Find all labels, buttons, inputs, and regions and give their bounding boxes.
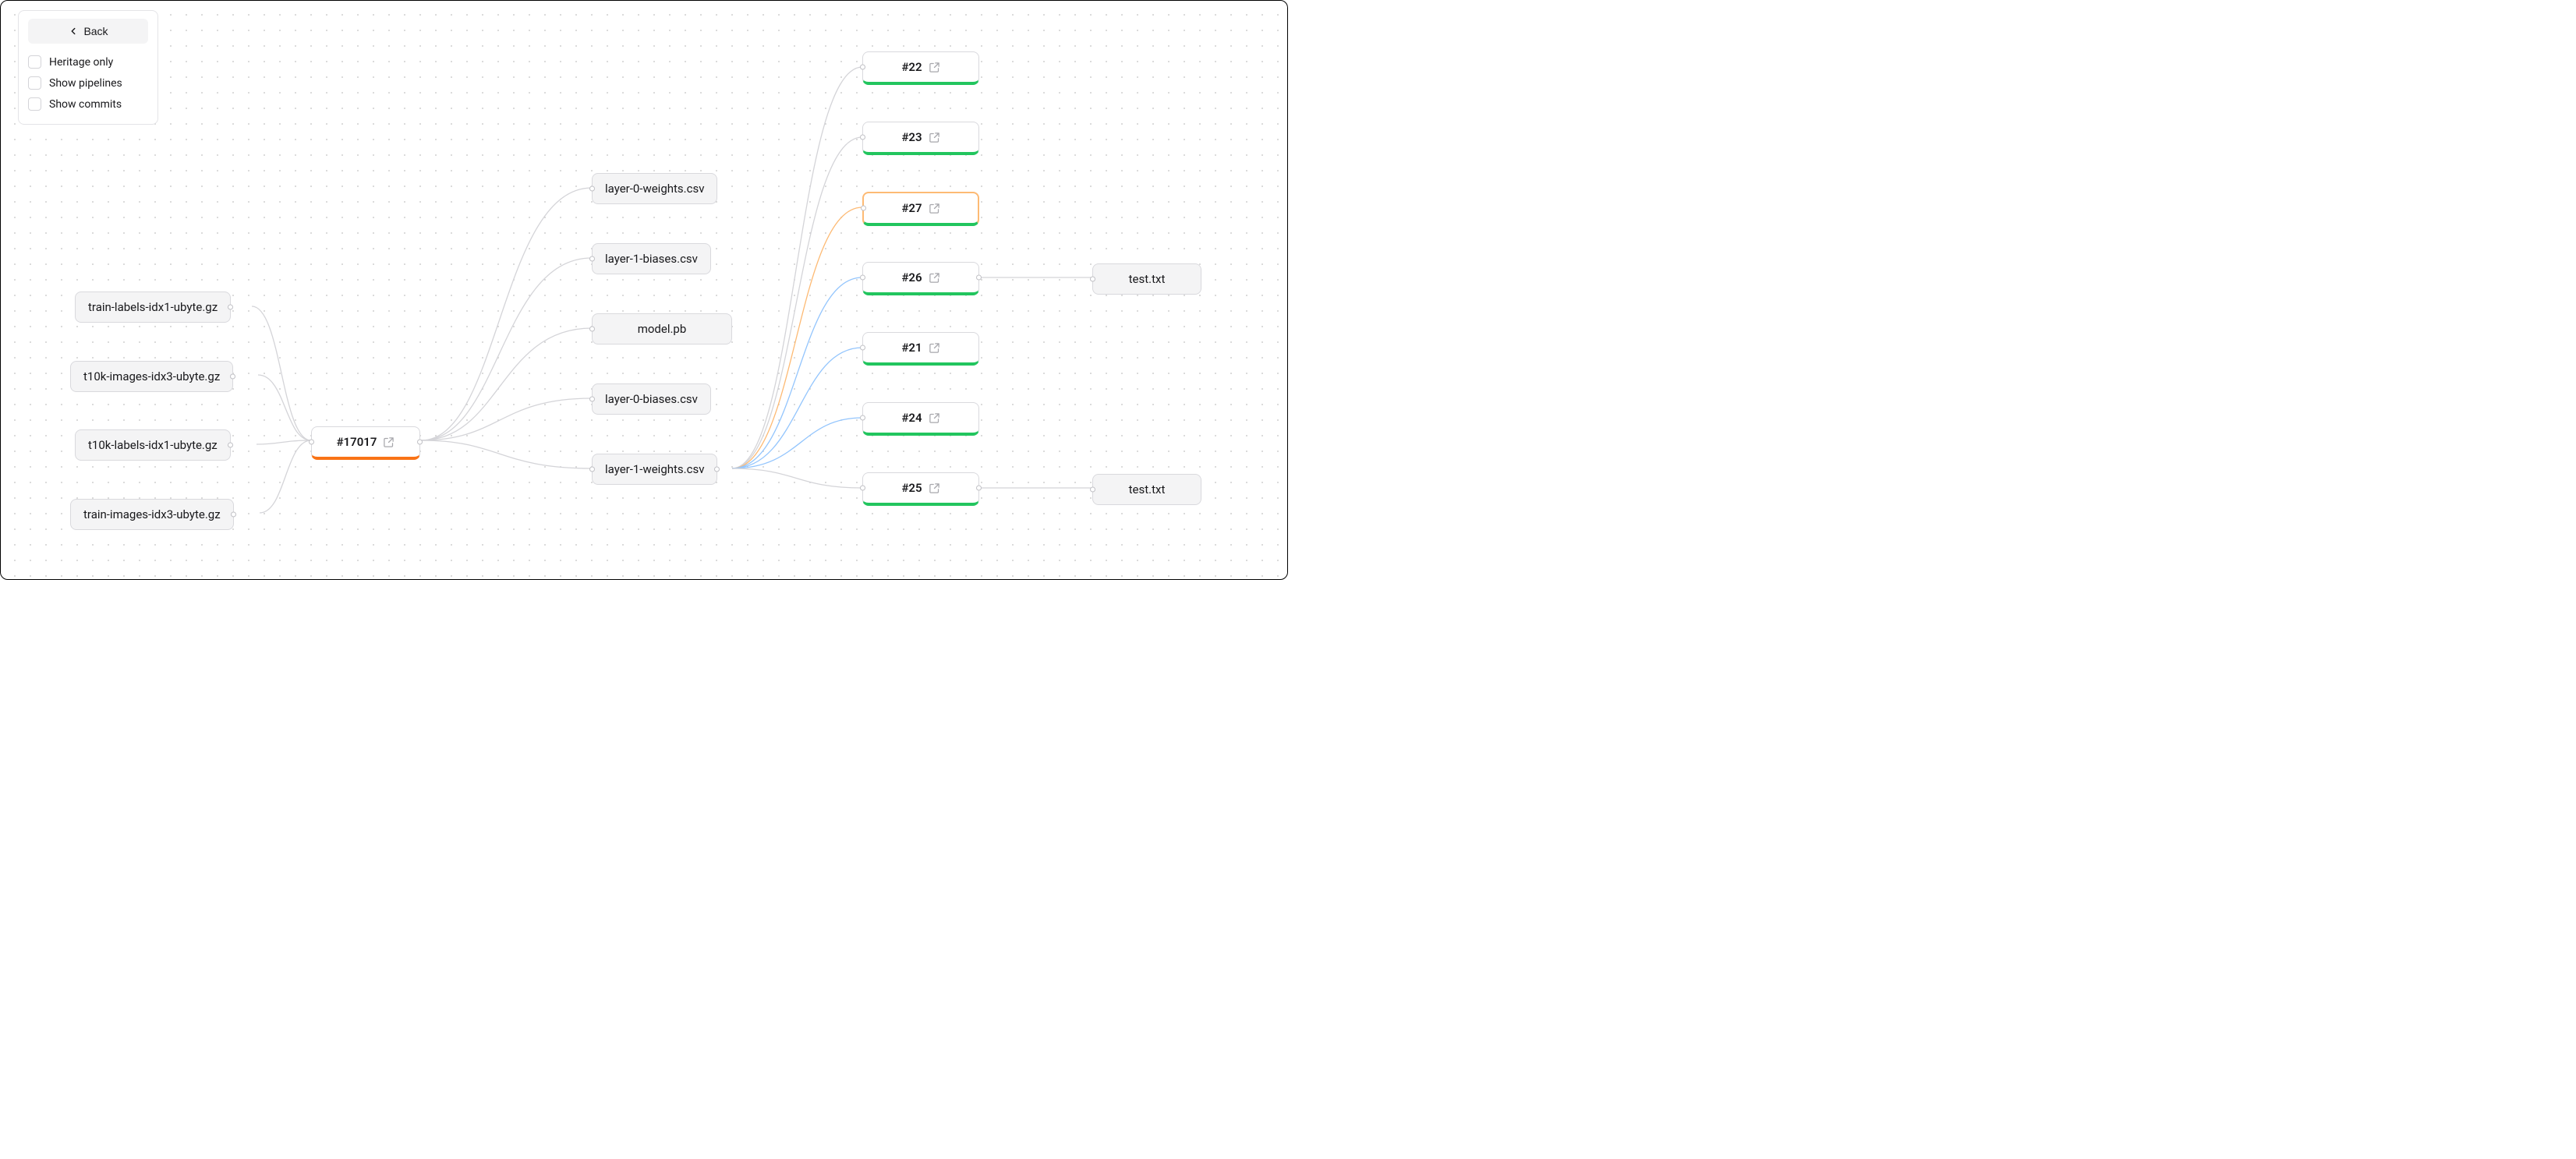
show-pipelines-checkbox[interactable]: Show pipelines [28,72,148,94]
back-label: Back [83,25,108,37]
node-label: #21 [901,341,922,355]
port-in [589,467,595,472]
checkbox-box [28,97,41,111]
port-out [231,512,236,518]
port-in [860,345,865,351]
node-label: model.pb [638,322,687,336]
port-in [309,440,314,445]
file-node[interactable]: layer-0-weights.csv [592,173,717,204]
file-node[interactable]: layer-1-weights.csv [592,454,717,485]
port-in [589,256,595,262]
checkbox-box [28,76,41,90]
node-label: #24 [901,411,922,425]
job-node-22[interactable]: #22 [862,51,979,85]
file-node[interactable]: t10k-images-idx3-ubyte.gz [70,361,233,392]
node-label: t10k-labels-idx1-ubyte.gz [88,438,218,452]
external-link-icon [929,412,940,424]
external-link-icon [929,482,940,494]
file-node[interactable]: test.txt [1092,474,1201,505]
file-node[interactable]: model.pb [592,313,732,345]
port-in [860,415,865,421]
chevron-left-icon [68,26,79,37]
node-label: #23 [901,130,922,144]
node-label: #26 [901,270,922,284]
file-node[interactable]: layer-1-biases.csv [592,243,711,274]
file-node[interactable]: train-labels-idx1-ubyte.gz [75,292,231,323]
node-label: layer-1-weights.csv [605,462,704,476]
node-label: t10k-images-idx3-ubyte.gz [83,369,220,383]
checkbox-label: Show pipelines [49,77,122,90]
external-link-icon [929,342,940,354]
checkbox-label: Heritage only [49,56,113,69]
port-in [589,327,595,332]
node-label: layer-0-biases.csv [605,392,698,406]
port-in [860,135,865,140]
node-label: #27 [901,201,922,215]
job-node-21[interactable]: #21 [862,332,979,366]
back-button[interactable]: Back [28,19,148,44]
job-node-26[interactable]: #26 [862,262,979,295]
job-node-23[interactable]: #23 [862,122,979,155]
job-node-24[interactable]: #24 [862,402,979,436]
node-label: train-labels-idx1-ubyte.gz [88,300,218,314]
port-in [860,65,865,70]
file-node[interactable]: train-images-idx3-ubyte.gz [70,499,234,530]
node-label: layer-1-biases.csv [605,252,698,266]
port-out [976,486,982,491]
port-in [1090,487,1095,493]
node-label: train-images-idx3-ubyte.gz [83,507,221,521]
port-in [860,275,865,281]
job-node-27[interactable]: #27 [862,192,979,226]
port-in [589,186,595,192]
file-node[interactable]: t10k-labels-idx1-ubyte.gz [75,429,231,461]
heritage-only-checkbox[interactable]: Heritage only [28,51,148,72]
job-node-17017[interactable]: #17017 [311,426,420,460]
node-label: test.txt [1129,482,1166,496]
port-in [860,486,865,491]
external-link-icon [929,203,940,214]
port-out [714,467,720,472]
port-in [589,397,595,402]
file-node[interactable]: layer-0-biases.csv [592,383,711,415]
external-link-icon [929,62,940,73]
node-label: #17017 [337,435,377,449]
node-label: layer-0-weights.csv [605,182,704,196]
port-out [976,275,982,281]
show-commits-checkbox[interactable]: Show commits [28,94,148,115]
external-link-icon [929,132,940,143]
checkbox-box [28,55,41,69]
controls-panel: Back Heritage only Show pipelines Show c… [18,10,158,125]
job-node-25[interactable]: #25 [862,472,979,506]
port-out [230,374,235,380]
checkbox-label: Show commits [49,98,122,111]
external-link-icon [383,436,395,448]
lineage-canvas[interactable]: Back Heritage only Show pipelines Show c… [0,0,1288,580]
node-label: #22 [901,60,922,74]
node-label: test.txt [1129,272,1166,286]
port-out [417,440,423,445]
file-node[interactable]: test.txt [1092,263,1201,295]
external-link-icon [929,272,940,284]
port-out [228,443,233,448]
port-in [861,206,866,211]
port-out [228,305,233,310]
node-label: #25 [901,481,922,495]
port-in [1090,277,1095,282]
